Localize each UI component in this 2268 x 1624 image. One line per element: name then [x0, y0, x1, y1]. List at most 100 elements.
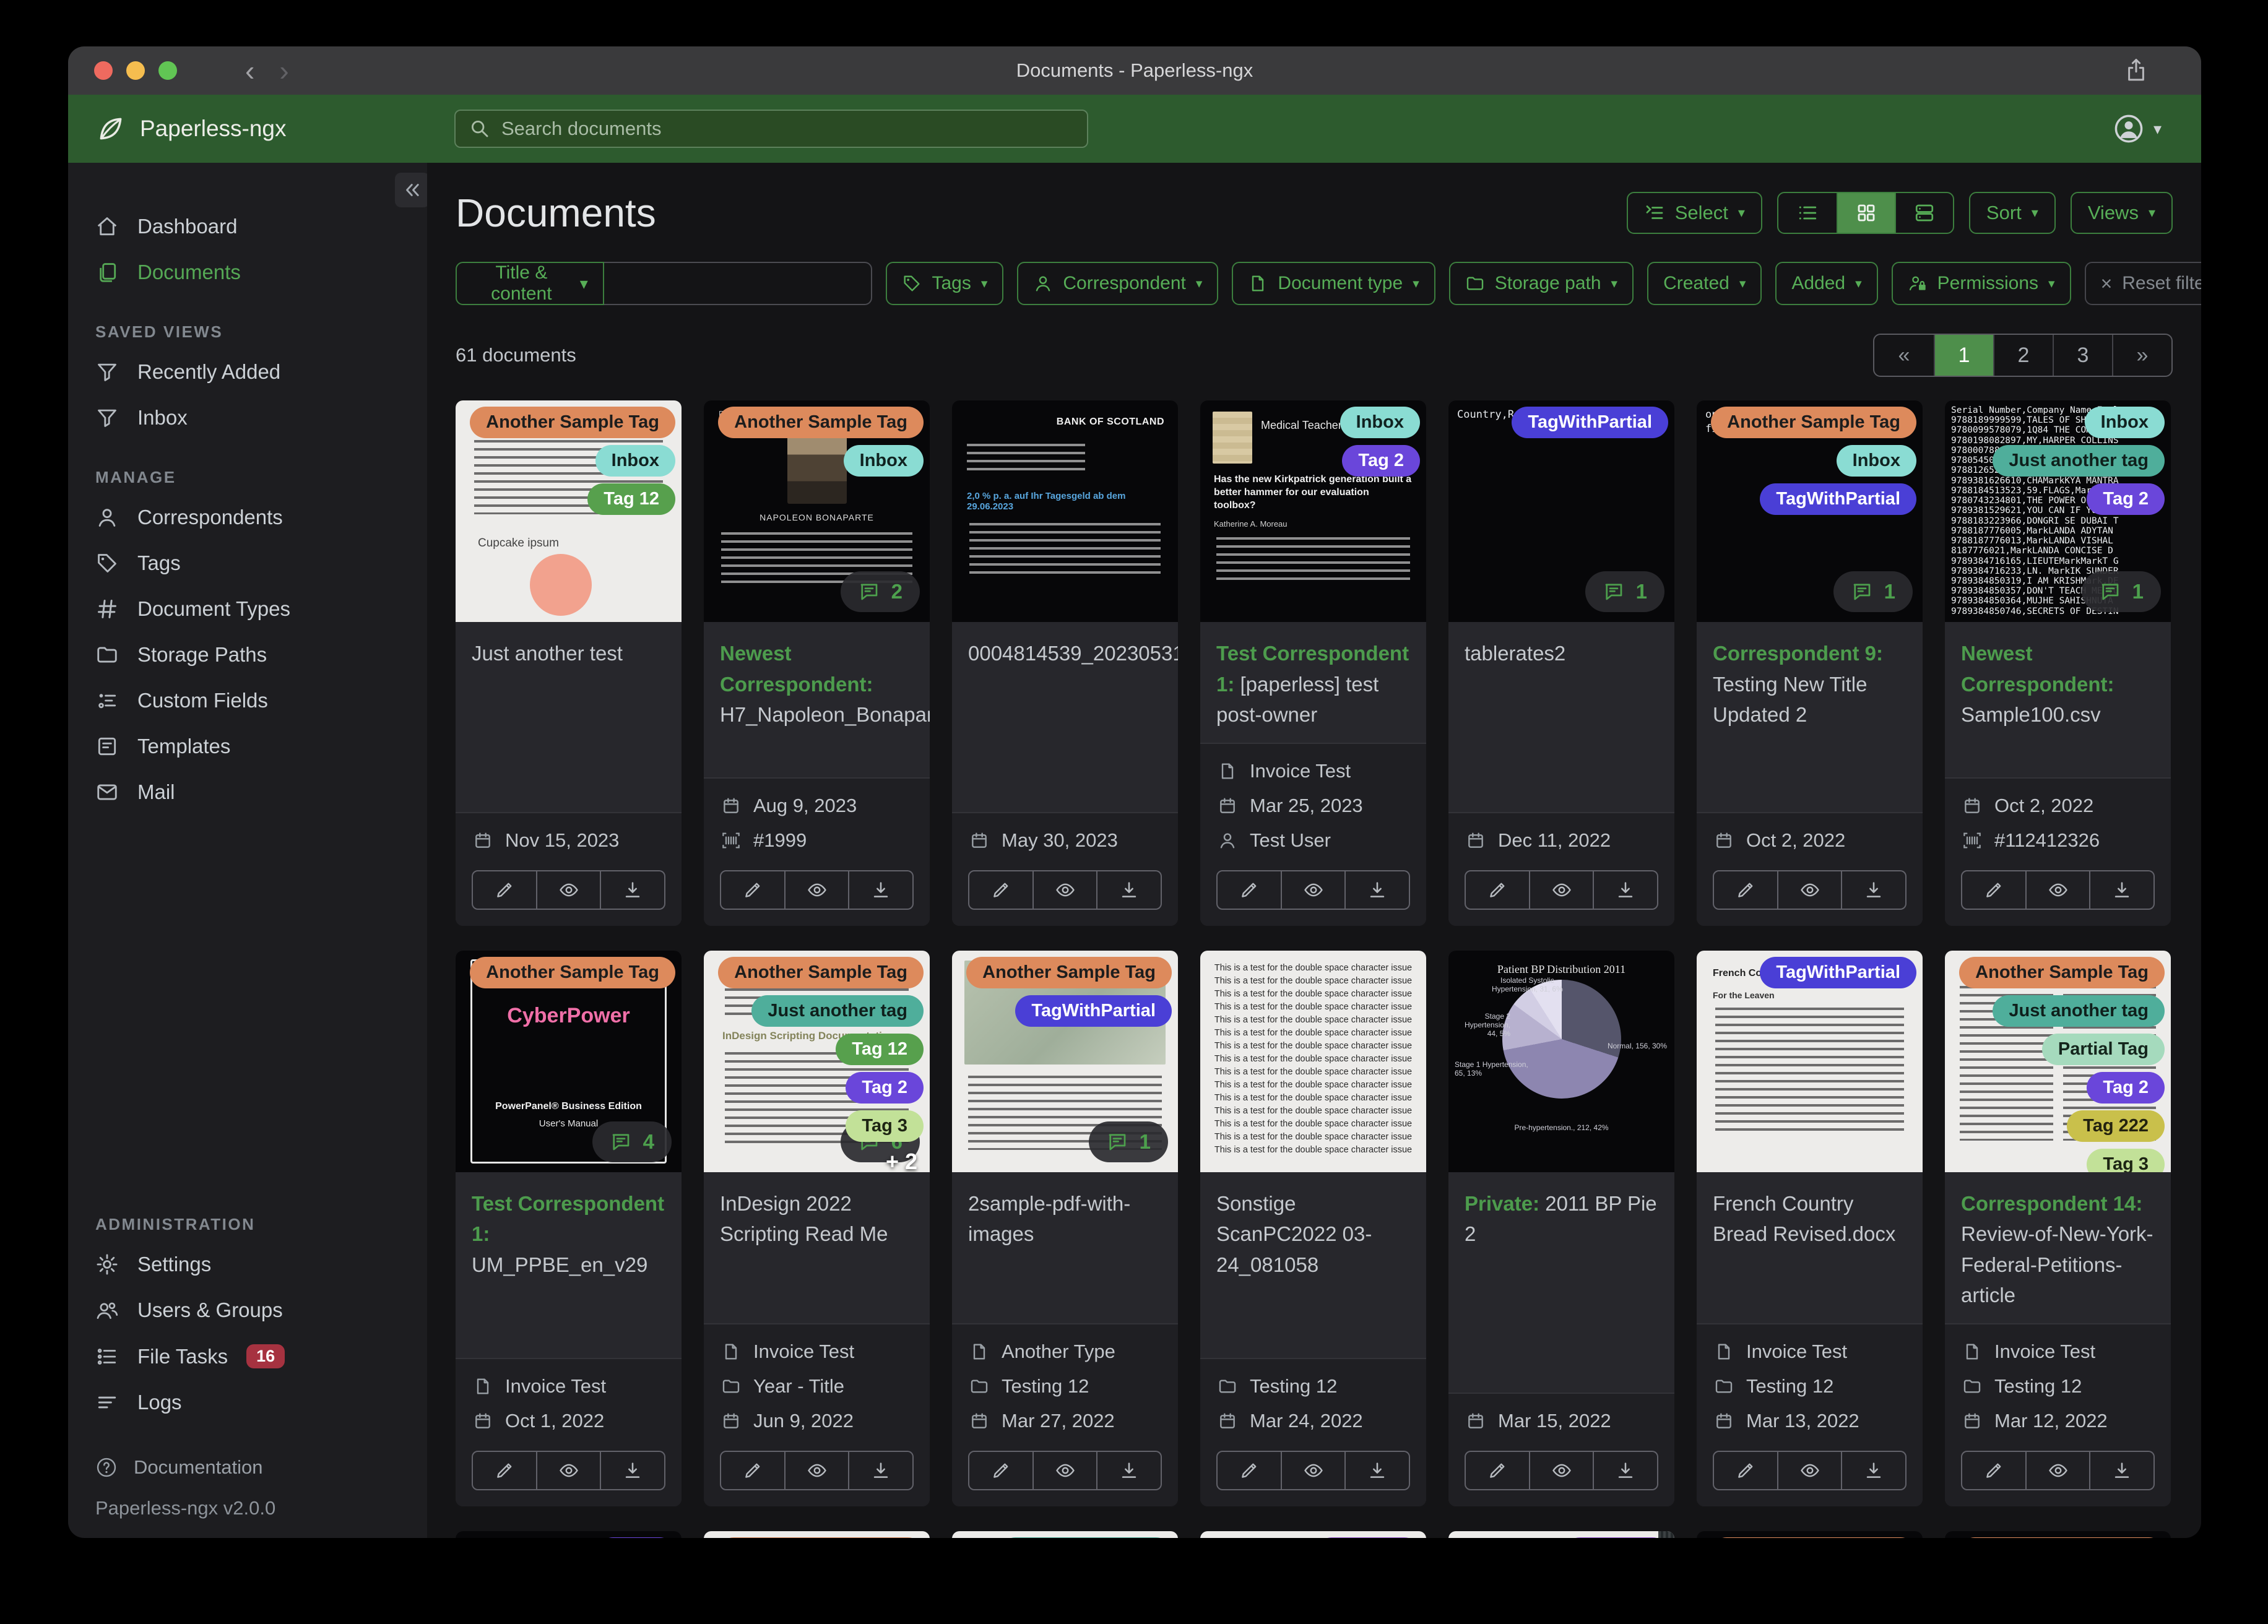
documentation-link[interactable]: Documentation — [68, 1448, 427, 1487]
share-icon[interactable] — [2123, 58, 2149, 84]
document-title-link[interactable]: French Country Bread Revised.docx — [1713, 1188, 1907, 1250]
document-card[interactable]: Test Name123-456-7890Another Sample Tag — [704, 1531, 930, 1538]
edit-button[interactable] — [472, 1450, 537, 1490]
download-button[interactable] — [1097, 870, 1162, 910]
sidebar-collapse-button[interactable] — [395, 173, 430, 207]
pagination-page-2[interactable]: 2 — [1993, 335, 2053, 376]
sidebar-item-custom-fields[interactable]: Custom Fields — [68, 678, 427, 723]
download-button[interactable] — [2090, 1450, 2155, 1490]
views-button[interactable]: Views ▾ — [2070, 192, 2173, 234]
filter-tags-button[interactable]: Tags ▾ — [886, 262, 1004, 305]
tag-pill[interactable]: TagWithPartial — [1760, 483, 1916, 515]
document-card[interactable]: Francja pod rNAPOLEON BONAPARTEAnother S… — [704, 400, 930, 926]
comments-badge[interactable]: 1 — [2081, 571, 2161, 612]
document-preview[interactable]: Serial Number,Company Name,Employ 978818… — [1945, 400, 2171, 622]
edit-button[interactable] — [968, 870, 1034, 910]
edit-button[interactable] — [1713, 1450, 1778, 1490]
tag-pill[interactable]: Another Sample Tag — [966, 956, 1172, 988]
minimize-window-button[interactable] — [126, 61, 145, 80]
download-button[interactable] — [1097, 1450, 1162, 1490]
pagination-page-3[interactable]: 3 — [2053, 335, 2112, 376]
document-preview[interactable]: Patient BP Distribution 2011 Isolated Sys… — [1448, 950, 1674, 1172]
document-title-link[interactable]: Sonstige ScanPC2022 03-24_081058 — [1216, 1188, 1410, 1281]
browser-back-icon[interactable]: ‹ — [245, 56, 254, 85]
tag-pill[interactable]: Another Sample Tag — [1711, 407, 1916, 438]
document-preview[interactable]: Contact Sheet DemoJust another tagNewOne — [952, 1531, 1178, 1538]
view-button[interactable] — [1033, 870, 1098, 910]
document-title-link[interactable]: Correspondent 9: Testing New Title Updat… — [1713, 638, 1907, 730]
document-title-link[interactable]: 2sample-pdf-with-images — [968, 1188, 1162, 1250]
pagination-next[interactable]: » — [2112, 335, 2171, 376]
document-card[interactable]: Lorem ipsumLorem ipsum dolor sit amet, c… — [456, 1531, 682, 1538]
sidebar-item-tags[interactable]: Tags — [68, 540, 427, 586]
edit-button[interactable] — [1713, 870, 1778, 910]
tag-pill[interactable]: Another Sample Tag — [1959, 1537, 2165, 1538]
edit-button[interactable] — [1216, 1450, 1282, 1490]
tag-pill[interactable]: NewOne — [1315, 1537, 1420, 1538]
comments-badge[interactable]: 1 — [1585, 571, 1664, 612]
document-preview[interactable]: Boundary Waters TripAnother Sample TagTa… — [952, 950, 1178, 1172]
download-button[interactable] — [1842, 1450, 1907, 1490]
tag-pill[interactable]: Tag 2 — [2087, 1071, 2165, 1104]
document-preview[interactable]: The SATPracticeTest #1Make time to take … — [1448, 1531, 1674, 1538]
tag-pill[interactable]: Another Sample Tag — [718, 407, 924, 438]
document-preview[interactable]: This is a multi page document. Page 1.Ne… — [1200, 1531, 1426, 1538]
download-button[interactable] — [1346, 870, 1411, 910]
tag-pill[interactable]: Another Sample Tag — [1711, 1537, 1916, 1538]
comments-badge[interactable]: 4 — [592, 1121, 672, 1162]
document-card[interactable]: BANK OF SCOTLAND 2,0 % p. a. auf Ihr Tage… — [952, 400, 1178, 926]
tag-pill[interactable]: Another Sample Tag — [718, 956, 924, 988]
document-preview[interactable]: CyberPower PowerPanel® Business Edition Us… — [456, 950, 682, 1172]
edit-button[interactable] — [720, 870, 786, 910]
filter-permissions-button[interactable]: Permissions ▾ — [1891, 262, 2071, 305]
tag-pill[interactable]: Tag 12 — [587, 483, 675, 515]
select-button[interactable]: Select ▾ — [1626, 192, 1762, 234]
document-card[interactable]: This is a testAnother Sample TagTag 12 — [1697, 1531, 1923, 1538]
filter-created-button[interactable]: Created ▾ — [1647, 262, 1762, 305]
download-button[interactable] — [1842, 870, 1907, 910]
view-button[interactable] — [785, 1450, 850, 1490]
tag-pill[interactable]: Tag 3 — [846, 1110, 924, 1142]
tag-pill[interactable]: Inbox — [1340, 407, 1420, 438]
download-button[interactable] — [1594, 870, 1659, 910]
document-preview[interactable]: Country,Region/State,TagWithPartial1 — [1448, 400, 1674, 622]
reset-filters-button[interactable]: ×Reset filters — [2084, 262, 2201, 305]
comments-badge[interactable]: 1 — [1088, 1121, 1168, 1162]
download-button[interactable] — [1594, 1450, 1659, 1490]
sidebar-item-templates[interactable]: Templates — [68, 723, 427, 769]
document-preview[interactable]: Review ofAnother Sample TagJust another … — [1945, 950, 2171, 1172]
view-button[interactable] — [1281, 1450, 1346, 1490]
view-button[interactable] — [1530, 870, 1595, 910]
download-button[interactable] — [2090, 870, 2155, 910]
document-card[interactable]: Patient BP Distribution 2011 Isolated Sys… — [1448, 950, 1674, 1506]
view-button[interactable] — [2026, 870, 2091, 910]
document-title-link[interactable]: Newest Correspondent: H7_Napoleon_Bonapa… — [720, 638, 930, 730]
sidebar-item-document-types[interactable]: Document Types — [68, 586, 427, 632]
view-button[interactable] — [1281, 870, 1346, 910]
tag-pill[interactable]: TagWithPartial — [1512, 407, 1668, 438]
document-title-link[interactable]: Newest Correspondent: Sample100.csv — [1961, 638, 2155, 730]
document-card[interactable]: Medical Teacher Has the new Kirkpatrick g… — [1200, 400, 1426, 926]
sidebar-item-correspondents[interactable]: Correspondents — [68, 495, 427, 540]
document-card[interactable]: Boundary Waters TripAnother Sample TagTa… — [952, 950, 1178, 1506]
document-title-link[interactable]: tablerates2 — [1465, 638, 1658, 669]
tag-pill[interactable]: Inbox — [1836, 445, 1916, 477]
document-preview[interactable]: Lorem ipsumLorem ipsum dolor sit amet, c… — [1945, 1531, 2171, 1538]
view-button[interactable] — [1778, 870, 1843, 910]
download-button[interactable] — [601, 870, 666, 910]
filter-correspondent-button[interactable]: Correspondent ▾ — [1017, 262, 1219, 305]
pagination-prev[interactable]: « — [1874, 335, 1934, 376]
tag-pill[interactable]: Partial Tag — [2041, 1033, 2165, 1065]
sidebar-item-mail[interactable]: Mail — [68, 769, 427, 815]
document-card[interactable]: Review ofAnother Sample TagJust another … — [1945, 950, 2171, 1506]
view-button[interactable] — [2026, 1450, 2091, 1490]
sidebar-item-storage-paths[interactable]: Storage Paths — [68, 632, 427, 678]
tag-pill[interactable]: TagWithPartial — [1015, 995, 1172, 1027]
sidebar-item-recently-added[interactable]: Recently Added — [68, 349, 427, 395]
tag-pill[interactable]: Another Sample Tag — [718, 1537, 924, 1538]
document-title-link[interactable]: Test Correspondent 1: UM_PPBE_en_v29 — [472, 1188, 665, 1281]
user-menu[interactable]: ▾ — [2113, 113, 2162, 145]
document-card[interactable]: InDesign Scripting Documentation Another … — [704, 950, 930, 1506]
edit-button[interactable] — [1216, 870, 1282, 910]
document-card[interactable]: This is a multi page document. Page 1.Ne… — [1200, 1531, 1426, 1538]
